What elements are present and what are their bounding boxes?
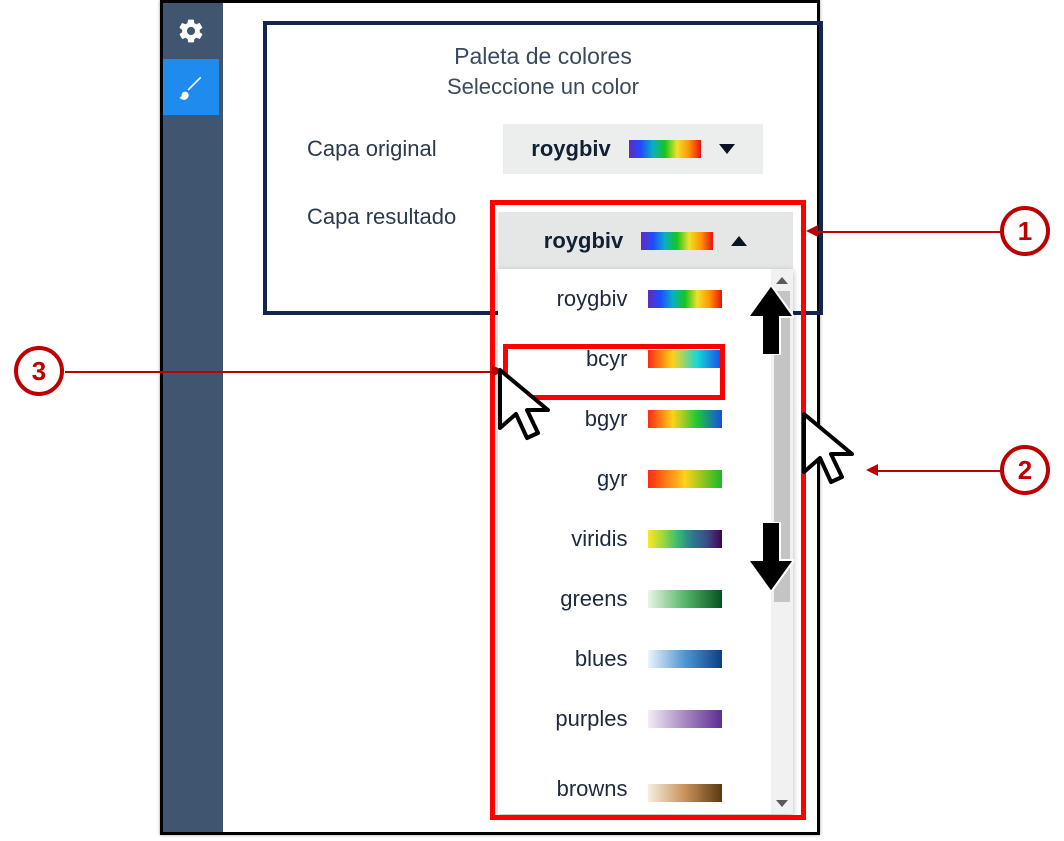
- scroll-down-button[interactable]: [771, 792, 793, 814]
- original-palette-dropdown[interactable]: roygbiv: [503, 124, 763, 174]
- brush-icon: [177, 73, 205, 101]
- palette-tab[interactable]: [163, 59, 219, 115]
- result-palette-dropdown[interactable]: roygbiv: [498, 212, 793, 269]
- cursor-icon: [494, 366, 564, 449]
- callout-line-2: [870, 470, 1000, 472]
- original-layer-row: Capa original roygbiv: [293, 124, 793, 174]
- swatch-gyr: [648, 470, 722, 488]
- triangle-down-icon: [776, 800, 788, 807]
- swatch-blues: [648, 650, 722, 668]
- cursor-icon: [798, 410, 868, 493]
- gear-icon: [177, 17, 205, 45]
- palette-option-roygbiv[interactable]: roygbiv: [498, 269, 771, 329]
- callout-line-1: [810, 231, 1000, 233]
- callout-badge-1: 1: [1000, 206, 1050, 256]
- palette-option-greens[interactable]: greens: [498, 569, 771, 629]
- annotation-arrow-up: [748, 285, 794, 355]
- callout-line-3: [65, 371, 495, 373]
- swatch-bgyr: [648, 410, 722, 428]
- palette-option-blues[interactable]: blues: [498, 629, 771, 689]
- palette-options: roygbiv bcyr bgyr gyr viridis greens blu…: [498, 269, 771, 814]
- result-layer-label: Capa resultado: [293, 204, 503, 230]
- chevron-down-icon: [719, 144, 735, 154]
- swatch-viridis: [648, 530, 722, 548]
- result-selected-label: roygbiv: [544, 228, 623, 254]
- original-selected-label: roygbiv: [531, 136, 610, 162]
- chevron-up-icon: [731, 236, 747, 246]
- original-layer-label: Capa original: [293, 136, 503, 162]
- callout-badge-2: 2: [1000, 445, 1050, 495]
- palette-option-viridis[interactable]: viridis: [498, 509, 771, 569]
- palette-option-purples[interactable]: purples: [498, 689, 771, 749]
- swatch-bcyr: [648, 350, 722, 368]
- sidebar: [163, 3, 223, 832]
- annotation-arrow-down: [748, 522, 794, 592]
- palette-subtitle: Seleccione un color: [293, 74, 793, 100]
- original-selected-swatch: [629, 140, 701, 158]
- swatch-browns: [648, 784, 722, 802]
- swatch-purples: [648, 710, 722, 728]
- settings-tab[interactable]: [163, 3, 219, 59]
- palette-option-gyr[interactable]: gyr: [498, 449, 771, 509]
- palette-option-browns[interactable]: browns: [498, 749, 771, 804]
- palette-title: Paleta de colores: [293, 43, 793, 70]
- swatch-greens: [648, 590, 722, 608]
- triangle-up-icon: [776, 277, 788, 284]
- callout-arrowhead-1: [806, 225, 818, 237]
- swatch-roygbiv: [648, 290, 722, 308]
- callout-badge-3: 3: [14, 346, 64, 396]
- result-selected-swatch: [641, 232, 713, 250]
